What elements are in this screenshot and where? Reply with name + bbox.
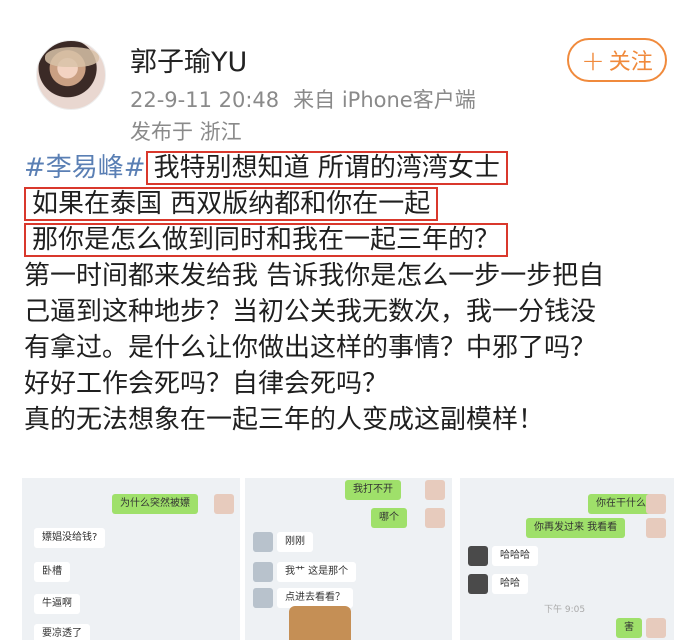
content-line-6: 有拿过。是什么让你做出这样的事情？中邪了吗？ <box>24 333 597 363</box>
chat-bubble: 害 <box>616 618 642 638</box>
post-meta: 22-9-11 20:48 来自 iPhone客户端 <box>130 84 476 114</box>
chat-avatar <box>468 574 488 594</box>
chat-avatar <box>646 518 666 538</box>
chat-timestamp: 下午 9:05 <box>544 605 586 615</box>
highlighted-text-1: 我特别想知道 所谓的湾湾女士 <box>145 151 508 185</box>
chat-avatar <box>253 532 273 552</box>
chat-avatar <box>646 494 666 514</box>
chat-bubble: 哈哈 <box>492 574 528 594</box>
hashtag-link[interactable]: #李易峰# <box>24 153 146 183</box>
chat-bubble: 卧槽 <box>34 562 70 582</box>
post-location: 发布于 浙江 <box>130 120 242 144</box>
chat-screenshot-2[interactable]: 我打不开 哪个 刚刚 我艹 这是那个 点进去看看？ <box>245 478 452 640</box>
plus-icon: + <box>581 43 605 77</box>
post-header: 郭子瑜YU 22-9-11 20:48 来自 iPhone客户端 发布于 浙江 +… <box>0 0 689 150</box>
chat-screenshot-1[interactable]: 为什么突然被嫖 嫖娼没给钱? 卧槽 牛逼啊 要凉透了 <box>22 478 240 640</box>
chat-avatar <box>646 618 666 638</box>
attached-images: 为什么突然被嫖 嫖娼没给钱? 卧槽 牛逼啊 要凉透了 我打不开 哪个 刚刚 我艹… <box>0 470 689 640</box>
chat-avatar <box>468 546 488 566</box>
content-line-4: 第一时间都来发给我 告诉我你是怎么一步一步把自 <box>24 261 605 291</box>
username[interactable]: 郭子瑜YU <box>130 40 247 79</box>
chat-bubble: 牛逼啊 <box>34 594 80 614</box>
content-line-5: 己逼到这种地步？当初公关我无数次，我一分钱没 <box>24 297 597 327</box>
content-line-3: 那你是怎么做到同时和我在一起三年的？ <box>24 222 674 258</box>
user-avatar[interactable] <box>36 40 106 110</box>
chat-avatar <box>253 588 273 608</box>
chat-avatar <box>214 494 234 514</box>
content-line-1: #李易峰# 我特别想知道 所谓的湾湾女士 <box>24 150 674 186</box>
chat-bubble: 我打不开 <box>345 480 401 500</box>
chat-bubble: 点进去看看？ <box>277 588 353 608</box>
content-line-2: 如果在泰国 西双版纳都和你在一起 <box>24 186 674 222</box>
chat-bubble: 你在干什么 <box>588 494 654 514</box>
content-line-7: 好好工作会死吗？自律会死吗？ <box>24 369 389 399</box>
chat-avatar <box>253 562 273 582</box>
chat-bubble: 哈哈哈 <box>492 546 538 566</box>
cat-image <box>289 606 351 640</box>
highlighted-text-3: 那你是怎么做到同时和我在一起三年的？ <box>24 223 509 257</box>
chat-avatar <box>425 480 445 500</box>
chat-screenshot-3[interactable]: 你在干什么 你再发过来 我看看 哈哈哈 哈哈 下午 9:05 害 <box>460 478 674 640</box>
follow-label: 关注 <box>608 50 653 75</box>
post-content: #李易峰# 我特别想知道 所谓的湾湾女士 如果在泰国 西双版纳都和你在一起 那你是… <box>24 150 674 438</box>
post-source: 来自 iPhone客户端 <box>293 88 476 112</box>
content-line-8: 真的无法想象在一起三年的人变成这副模样！ <box>24 405 545 435</box>
follow-button[interactable]: + 关注 <box>567 38 667 82</box>
chat-bubble: 哪个 <box>371 508 407 528</box>
chat-bubble: 为什么突然被嫖 <box>112 494 198 514</box>
highlighted-text-2: 如果在泰国 西双版纳都和你在一起 <box>24 187 439 221</box>
post-datetime: 22-9-11 20:48 <box>130 88 280 112</box>
chat-bubble: 刚刚 <box>277 532 313 552</box>
chat-avatar <box>425 508 445 528</box>
chat-bubble: 你再发过来 我看看 <box>526 518 626 538</box>
chat-bubble: 我艹 这是那个 <box>277 562 357 582</box>
chat-bubble: 嫖娼没给钱? <box>34 528 106 548</box>
chat-bubble: 要凉透了 <box>34 624 90 640</box>
